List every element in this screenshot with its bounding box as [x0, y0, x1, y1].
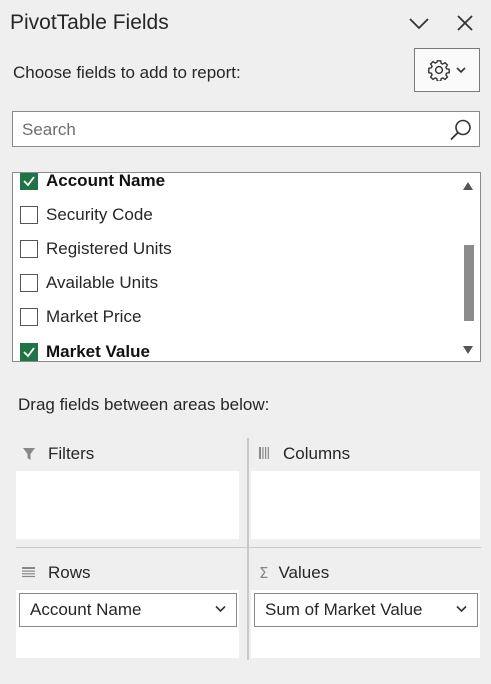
- checkmark-icon: [23, 176, 35, 187]
- field-label: Registered Units: [46, 239, 172, 258]
- gear-icon: [428, 60, 450, 81]
- checkbox[interactable]: [20, 206, 38, 224]
- columns-area-title: Columns: [283, 444, 351, 463]
- field-item-account-name[interactable]: Account Name: [13, 172, 453, 198]
- chevron-down-icon[interactable]: [456, 605, 467, 613]
- field-item-security-code[interactable]: Security Code: [13, 198, 453, 232]
- values-field-label: Sum of Market Value: [265, 600, 423, 619]
- filter-icon: [23, 448, 35, 460]
- checkmark-icon: [23, 347, 35, 358]
- values-field-sum-of-market-value[interactable]: Sum of Market Value: [254, 593, 478, 627]
- field-list-tools-button[interactable]: [414, 48, 480, 92]
- rows-icon: [22, 567, 35, 578]
- field-item-market-price[interactable]: Market Price: [13, 300, 453, 334]
- checkbox[interactable]: [20, 240, 38, 258]
- field-label: Available Units: [46, 273, 159, 292]
- scroll-down-arrow-icon[interactable]: [462, 345, 474, 355]
- rows-area-title: Rows: [48, 563, 91, 582]
- close-button[interactable]: [452, 10, 478, 36]
- chevron-down-icon[interactable]: [215, 605, 226, 613]
- filters-area-title: Filters: [48, 444, 95, 463]
- checkbox-checked[interactable]: [20, 343, 38, 361]
- field-label: Security Code: [46, 205, 153, 224]
- columns-icon: [259, 447, 269, 459]
- filters-area-header: Filters: [22, 444, 94, 464]
- columns-drop-area[interactable]: [251, 471, 480, 539]
- columns-area-header: Columns: [259, 444, 350, 464]
- field-item-market-value[interactable]: Market Value: [13, 335, 453, 361]
- drag-fields-label: Drag fields between areas below:: [18, 395, 270, 414]
- checkbox[interactable]: [20, 308, 38, 326]
- field-list[interactable]: Account Name Security Code Registered Un…: [12, 172, 481, 362]
- values-area-header: Σ Values: [259, 563, 329, 583]
- field-item-registered-units[interactable]: Registered Units: [13, 232, 453, 266]
- scroll-up-arrow-icon[interactable]: [462, 181, 474, 191]
- checkbox-checked[interactable]: [20, 173, 38, 190]
- rows-field-label: Account Name: [30, 600, 142, 619]
- panel-title: PivotTable Fields: [10, 11, 169, 34]
- search-icon[interactable]: [449, 118, 473, 147]
- area-divider-horizontal: [16, 547, 481, 548]
- rows-field-account-name[interactable]: Account Name: [19, 593, 237, 627]
- field-item-available-units[interactable]: Available Units: [13, 266, 453, 300]
- choose-fields-label: Choose fields to add to report:: [13, 63, 241, 82]
- field-label: Account Name: [46, 172, 166, 190]
- search-input[interactable]: [22, 118, 442, 142]
- scrollbar-thumb[interactable]: [464, 245, 474, 321]
- filters-drop-area[interactable]: [16, 471, 239, 539]
- collapse-button[interactable]: [406, 10, 432, 36]
- area-divider-vertical: [247, 438, 249, 660]
- rows-area-header: Rows: [22, 563, 91, 583]
- field-list-scrollbar[interactable]: [456, 173, 480, 361]
- values-area-title: Values: [278, 563, 330, 582]
- field-label: Market Value: [46, 342, 150, 361]
- chevron-down-icon: [409, 18, 429, 30]
- chevron-down-icon: [456, 66, 466, 73]
- field-label: Market Price: [46, 307, 142, 326]
- checkbox[interactable]: [20, 274, 38, 292]
- search-box[interactable]: [12, 111, 480, 147]
- sigma-icon: Σ: [259, 564, 269, 582]
- close-icon: [457, 15, 473, 31]
